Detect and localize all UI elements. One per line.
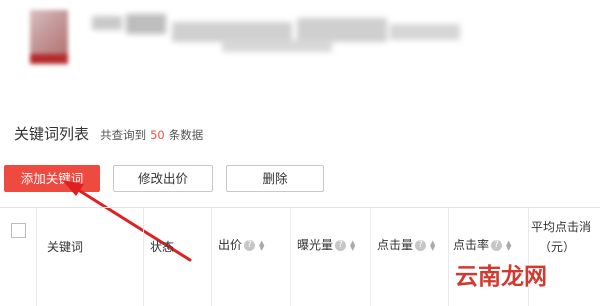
help-icon[interactable]: ? xyxy=(244,240,256,251)
select-all-checkbox[interactable] xyxy=(11,223,26,238)
header-keyword: 关键词 xyxy=(47,240,84,254)
header-ctr: 点击率? ▲ ▼ xyxy=(453,236,513,253)
sort-icon[interactable]: ▲ ▼ xyxy=(350,239,357,251)
header-clicks-label: 点击量 xyxy=(377,238,414,252)
sort-icon[interactable]: ▲ ▼ xyxy=(506,239,513,251)
column-status: 状态 xyxy=(143,208,211,306)
header-avg-cost: 平均点击消 xyxy=(531,220,592,234)
edit-bid-button[interactable]: 修改出价 xyxy=(113,165,213,192)
header-avg-cost-unit: （元） xyxy=(539,240,576,254)
summary-prefix: 共查询到 xyxy=(100,128,147,142)
sort-icon[interactable]: ▲ ▼ xyxy=(430,239,437,251)
page-title: 关键词列表 xyxy=(14,125,90,143)
header-status: 状态 xyxy=(150,240,175,254)
column-clicks[interactable]: 点击量? ▲ ▼ xyxy=(370,208,448,306)
column-bid[interactable]: 出价? ▲ ▼ xyxy=(211,208,290,306)
list-header: 关键词列表 共查询到 50 条数据 xyxy=(14,123,203,144)
result-count: 50 xyxy=(150,128,165,142)
column-impressions[interactable]: 曝光量? ▲ ▼ xyxy=(290,208,370,306)
column-keyword: 关键词 xyxy=(36,208,143,306)
summary-suffix: 条数据 xyxy=(168,128,204,142)
help-icon[interactable]: ? xyxy=(491,240,503,251)
avatar xyxy=(30,10,68,64)
add-keyword-button[interactable]: 添加关键词 xyxy=(4,165,100,192)
header-bid-label: 出价 xyxy=(218,238,243,252)
header-impressions-label: 曝光量 xyxy=(297,238,334,252)
header-clicks: 点击量? ▲ ▼ xyxy=(377,236,437,253)
account-name-blurred xyxy=(92,14,462,54)
sort-icon[interactable]: ▲ ▼ xyxy=(259,239,266,251)
help-icon[interactable]: ? xyxy=(415,240,427,251)
delete-button[interactable]: 删除 xyxy=(226,165,324,192)
help-icon[interactable]: ? xyxy=(335,240,347,251)
header-ctr-label: 点击率 xyxy=(453,238,490,252)
header-impressions: 曝光量? ▲ ▼ xyxy=(297,236,357,253)
result-summary: 共查询到 50 条数据 xyxy=(100,128,203,142)
watermark-logo: 云南龙网 xyxy=(455,264,547,290)
header-bid: 出价? ▲ ▼ xyxy=(218,236,266,253)
